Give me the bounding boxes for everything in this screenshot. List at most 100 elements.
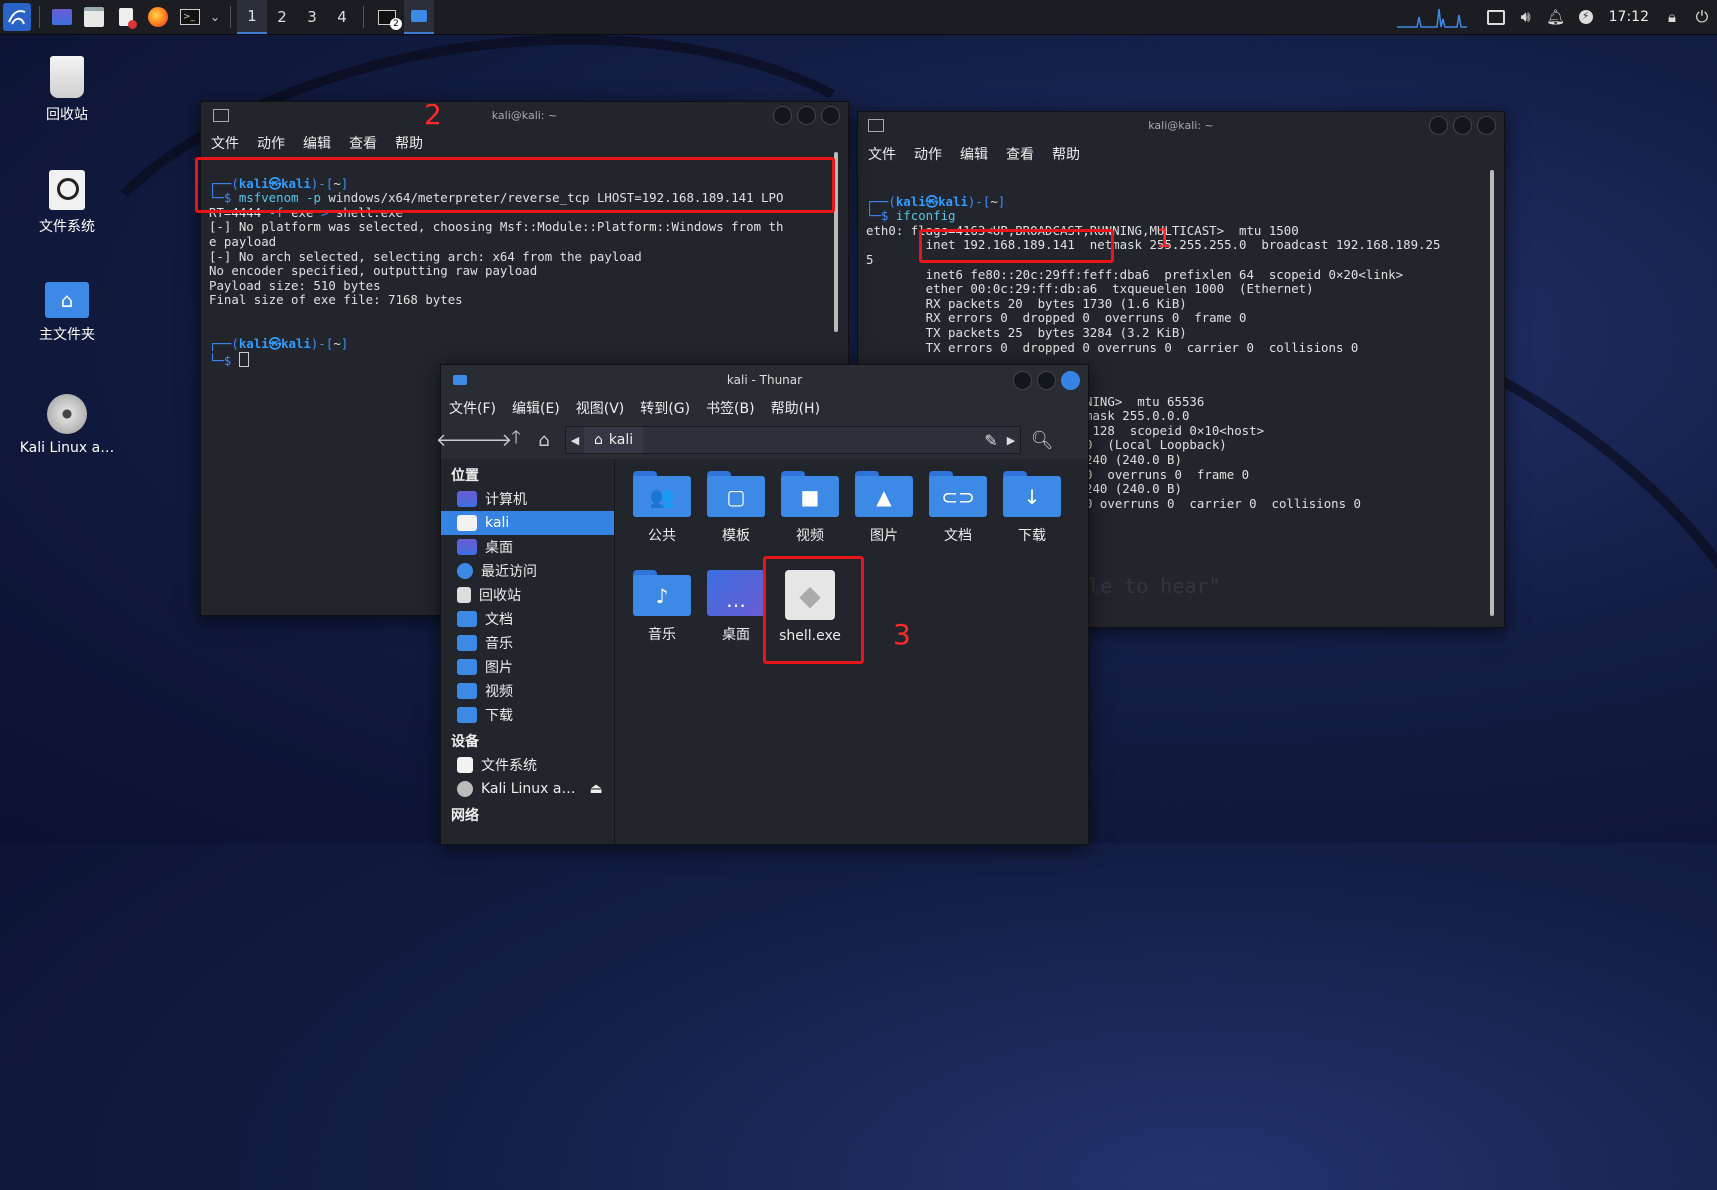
text-editor-launcher[interactable] bbox=[112, 3, 140, 31]
menu-file[interactable]: 文件(F) bbox=[449, 398, 496, 418]
menu-file[interactable]: 文件 bbox=[211, 133, 239, 153]
menu-bookmarks[interactable]: 书签(B) bbox=[706, 398, 755, 418]
kali-dragon-icon bbox=[8, 10, 26, 25]
forward-button[interactable]: 🡒 bbox=[464, 428, 512, 452]
menu-edit[interactable]: 编辑 bbox=[303, 133, 331, 153]
sidebar-item-music[interactable]: 音乐 bbox=[441, 631, 614, 655]
sidebar-item-desktop[interactable]: 桌面 bbox=[441, 535, 614, 559]
sidebar-item-recent[interactable]: 最近访问 bbox=[441, 559, 614, 583]
menu-go[interactable]: 转到(G) bbox=[640, 398, 690, 418]
close-button[interactable] bbox=[821, 106, 840, 125]
path-scroll-left[interactable]: ◀ bbox=[566, 434, 584, 447]
power-manager-button[interactable]: ⚡︎ bbox=[1571, 0, 1601, 34]
kali-menu-button[interactable] bbox=[3, 3, 31, 31]
terminal-launcher[interactable]: >_ bbox=[176, 3, 204, 31]
drive-icon bbox=[49, 170, 85, 210]
terminal-icon: >_ bbox=[180, 9, 200, 25]
menu-actions[interactable]: 动作 bbox=[914, 144, 942, 164]
prompt-line: ┌──(kali㉿kali)-[~] bbox=[866, 193, 1006, 209]
file-manager-launcher[interactable] bbox=[80, 3, 108, 31]
volume-button[interactable]: 🔊︎ bbox=[1511, 0, 1541, 34]
sidebar-item-kali[interactable]: kali bbox=[441, 511, 614, 535]
file-label: 桌面 bbox=[722, 627, 750, 643]
command-text: ifconfig bbox=[895, 208, 956, 224]
desktop-icon-trash[interactable]: 回收站 bbox=[12, 56, 122, 124]
sidebar-item-filesystem[interactable]: 文件系统 bbox=[441, 753, 614, 777]
eject-icon[interactable]: ⏏ bbox=[590, 781, 603, 797]
menu-edit[interactable]: 编辑 bbox=[960, 144, 988, 164]
scrollbar[interactable] bbox=[1490, 170, 1494, 616]
minimize-button[interactable] bbox=[1429, 116, 1448, 135]
lock-screen-button[interactable]: 🔒︎ bbox=[1657, 0, 1687, 34]
home-icon bbox=[457, 515, 477, 531]
menu-edit[interactable]: 编辑(E) bbox=[512, 398, 560, 418]
menu-view[interactable]: 视图(V) bbox=[576, 398, 625, 418]
logout-button[interactable]: ⏻ bbox=[1687, 0, 1717, 34]
pictures-icon bbox=[457, 659, 477, 675]
disc-icon bbox=[47, 394, 87, 434]
sidebar-item-trash[interactable]: 回收站 bbox=[441, 583, 614, 607]
sidebar-item-downloads[interactable]: 下载 bbox=[441, 703, 614, 727]
documents-folder-icon: ⊂⊃ bbox=[929, 471, 987, 517]
output-line: RX packets 20 bytes 1730 (1.6 KiB) bbox=[866, 295, 1187, 311]
launcher-dropdown[interactable]: ⌄ bbox=[208, 3, 222, 31]
home-button[interactable]: ⌂ bbox=[533, 428, 555, 452]
desktop-icon-label: Kali Linux a… bbox=[19, 440, 115, 456]
file-item-public[interactable]: 👥 公共 bbox=[625, 471, 699, 545]
notifications-button[interactable]: 🔔︎ bbox=[1541, 0, 1571, 34]
sidebar-item-documents[interactable]: 文档 bbox=[441, 607, 614, 631]
menu-bar: 文件 动作 编辑 查看 帮助 bbox=[858, 142, 1504, 166]
workspace-2[interactable]: 2 bbox=[267, 0, 297, 34]
up-button[interactable]: 🡑 bbox=[505, 427, 527, 452]
path-scroll-right[interactable]: ▶ bbox=[1002, 434, 1020, 447]
workspace-4[interactable]: 4 bbox=[327, 0, 357, 34]
maximize-button[interactable] bbox=[797, 106, 816, 125]
close-button[interactable] bbox=[1477, 116, 1496, 135]
menu-help[interactable]: 帮助 bbox=[395, 133, 423, 153]
menu-view[interactable]: 查看 bbox=[349, 133, 377, 153]
file-item-documents[interactable]: ⊂⊃ 文档 bbox=[921, 471, 995, 545]
minimize-button[interactable] bbox=[773, 106, 792, 125]
maximize-button[interactable] bbox=[1453, 116, 1472, 135]
title-bar[interactable]: kali - Thunar bbox=[441, 365, 1088, 395]
show-desktop-button[interactable] bbox=[48, 3, 76, 31]
menu-view[interactable]: 查看 bbox=[1006, 144, 1034, 164]
title-bar[interactable]: kali@kali: ~ bbox=[858, 112, 1504, 138]
file-item-templates[interactable]: ▢ 模板 bbox=[699, 471, 773, 545]
title-bar[interactable]: kali@kali: ~ bbox=[201, 102, 848, 128]
workspace-3[interactable]: 3 bbox=[297, 0, 327, 34]
close-button[interactable] bbox=[1061, 371, 1080, 390]
menu-help[interactable]: 帮助 bbox=[1052, 144, 1080, 164]
menu-file[interactable]: 文件 bbox=[868, 144, 896, 164]
file-item-desktop[interactable]: … 桌面 bbox=[699, 570, 773, 644]
workspace-1[interactable]: 1 bbox=[237, 0, 267, 34]
desktop-icon-disc[interactable]: Kali Linux a… bbox=[12, 394, 122, 456]
menu-actions[interactable]: 动作 bbox=[257, 133, 285, 153]
menu-help[interactable]: 帮助(H) bbox=[771, 398, 820, 418]
sidebar-item-disc[interactable]: Kali Linux a… ⏏ bbox=[441, 777, 614, 801]
taskbar-thunar[interactable] bbox=[404, 0, 434, 34]
desktop-icon-home[interactable]: ⌂ 主文件夹 bbox=[12, 282, 122, 344]
desktop-icon-filesystem[interactable]: 文件系统 bbox=[12, 170, 122, 236]
sidebar-item-pictures[interactable]: 图片 bbox=[441, 655, 614, 679]
file-item-music[interactable]: ♪ 音乐 bbox=[625, 570, 699, 644]
search-button[interactable]: 🔍︎ bbox=[1031, 428, 1054, 452]
file-item-pictures[interactable]: ▲ 图片 bbox=[847, 471, 921, 545]
maximize-button[interactable] bbox=[1037, 371, 1056, 390]
taskbar-terminal-group[interactable]: 2 bbox=[372, 3, 402, 31]
output-line: 0 overruns 0 frame 0 bbox=[1085, 466, 1250, 482]
clock[interactable]: 17:12 bbox=[1601, 9, 1657, 25]
music-icon bbox=[457, 635, 477, 651]
firefox-launcher[interactable] bbox=[144, 3, 172, 31]
terminal-icon bbox=[868, 118, 884, 132]
sidebar-item-computer[interactable]: 计算机 bbox=[441, 487, 614, 511]
output-line: Payload size: 510 bytes bbox=[209, 277, 381, 293]
file-item-videos[interactable]: ■ 视频 bbox=[773, 471, 847, 545]
display-button[interactable] bbox=[1481, 0, 1511, 34]
minimize-button[interactable] bbox=[1013, 371, 1032, 390]
window-title: kali - Thunar bbox=[726, 373, 803, 387]
path-button-home[interactable]: ⌂ kali bbox=[584, 427, 644, 453]
file-item-downloads[interactable]: ↓ 下载 bbox=[995, 471, 1069, 545]
sidebar-item-videos[interactable]: 视频 bbox=[441, 679, 614, 703]
edit-location-button[interactable]: ✎ bbox=[980, 431, 1002, 450]
